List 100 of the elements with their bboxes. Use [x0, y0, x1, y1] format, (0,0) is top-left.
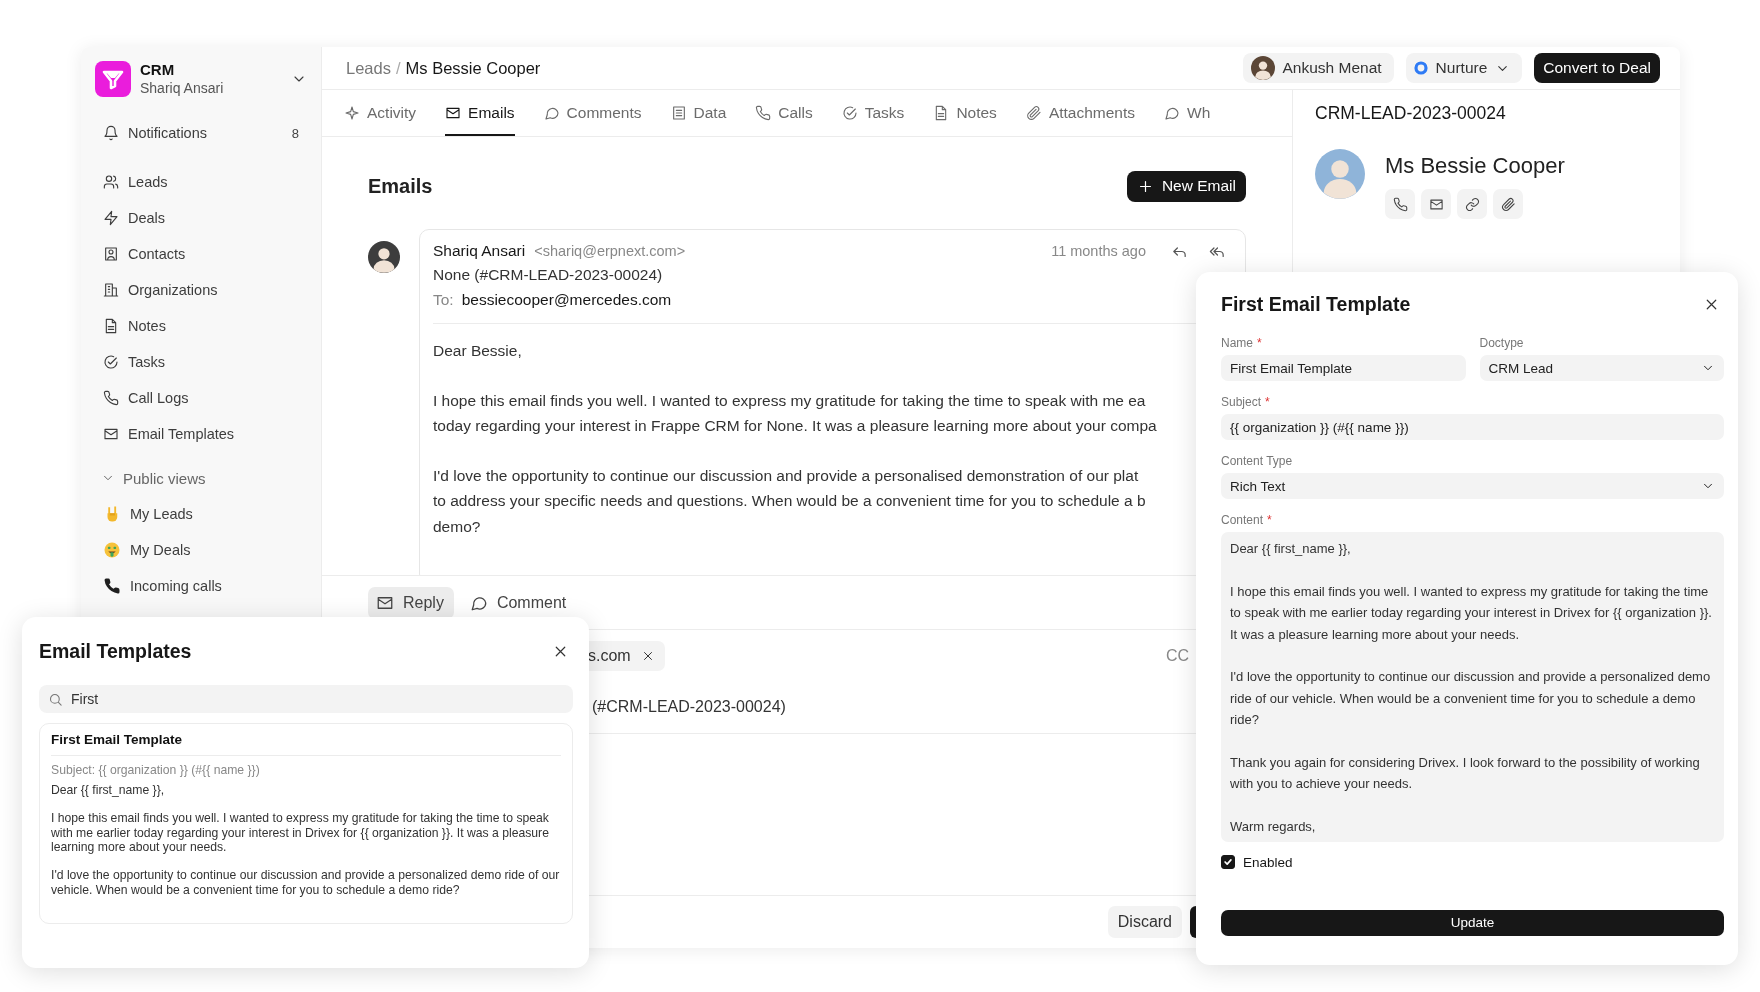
select-field[interactable]: CRM Lead — [1479, 355, 1724, 381]
paperclip-icon — [1025, 105, 1042, 121]
email-text: I'd love the opportunity to continue our discussion and provide a personalised demonstration of our plat — [433, 465, 1140, 486]
lead-id: CRM-LEAD-2023-00024 — [1314, 102, 1507, 125]
tab[interactable]: Emails — [445, 90, 515, 136]
chat-bubble-icon — [543, 105, 560, 121]
mail-icon — [445, 105, 462, 121]
sidebar-item[interactable]: Leads — [89, 164, 313, 200]
input-field[interactable]: {{ organization }} (#{{ name }}) — [1221, 414, 1724, 440]
discard-button[interactable]: Discard — [1107, 906, 1182, 938]
sidebar-item[interactable]: Tasks — [89, 344, 313, 380]
template-name: First Email Template — [51, 732, 561, 756]
template-text: Dear {{ first_name }}, — [51, 783, 166, 798]
assignee-button[interactable]: Ankush Menat — [1242, 53, 1394, 83]
email-text: to address your specific needs and questions. When would be a convenient time for you to schedule a b — [433, 491, 1147, 511]
required-mark: * — [1267, 513, 1272, 527]
new-email-button[interactable]: New Email — [1126, 170, 1246, 202]
field-label: Content — [1221, 513, 1264, 527]
sidebar-item[interactable]: Email Templates — [89, 416, 313, 452]
paperclip-icon — [1500, 196, 1516, 212]
search-field[interactable]: First — [39, 685, 573, 713]
building-icon — [103, 282, 119, 298]
subject-field[interactable]: (#CRM-LEAD-2023-00024) — [592, 698, 786, 716]
required-mark: * — [1257, 336, 1262, 350]
template-subject: Subject: {{ organization }} (#{{ name }}) — [51, 763, 261, 777]
sender-name: Shariq Ansari — [433, 242, 526, 260]
composer-tab[interactable]: Comment — [461, 586, 577, 619]
to-label: To: — [433, 290, 454, 310]
breadcrumb-link[interactable]: Leads — [346, 58, 391, 78]
link-button[interactable] — [1457, 189, 1487, 219]
sidebar-item[interactable]: Call Logs — [89, 380, 313, 416]
tab[interactable]: Data — [670, 90, 727, 136]
content-field[interactable]: Dear {{ first_name }}, I hope this email finds you well. I wanted to express my gratitude for taking the time to speak with me earlier today regarding your interest in Drivex for {{ organization }}. It was a pleasure learning more about your needs. I'd love the opportunity to continue our discussion and provide a personalized demo ride of our vehicle. When would be a convenient time for you to schedule a demo ride? Thank you again for considering Drivex. I look forward to the possibility of working with you to achieve your needs. Warm regards, — [1221, 532, 1724, 842]
lead-name: Ms Bessie Cooper — [1385, 153, 1565, 179]
contact-card-icon — [103, 246, 119, 262]
sidebar-item[interactable]: Notes — [89, 308, 313, 344]
sidebar-item[interactable]: My Leads — [89, 496, 313, 532]
required-mark: * — [1265, 395, 1270, 409]
section-title: Emails — [368, 174, 433, 198]
breadcrumb-separator: / — [395, 58, 401, 78]
tab[interactable]: Calls — [755, 90, 813, 136]
link-icon — [1464, 196, 1480, 212]
email-text: today regarding your interest in Frappe CRM for None. It was a pleasure learning more about your compa — [433, 416, 1158, 436]
page-title: Ms Bessie Cooper — [405, 58, 541, 78]
send-button[interactable] — [1190, 906, 1196, 938]
sidebar-item[interactable]: My Deals — [89, 532, 313, 568]
tab[interactable]: Tasks — [841, 90, 905, 136]
mail-icon — [1428, 196, 1444, 212]
sidebar-item[interactable]: Organizations — [89, 272, 313, 308]
phone-icon — [1392, 196, 1408, 212]
email-subject: None (#CRM-LEAD-2023-00024) — [433, 265, 664, 285]
convert-to-deal-button[interactable]: Convert to Deal — [1534, 53, 1660, 83]
list-icon — [670, 105, 687, 121]
mail-button[interactable] — [1421, 189, 1451, 219]
lightning-icon — [103, 210, 119, 226]
phone-icon — [103, 390, 119, 406]
avatar — [1315, 149, 1365, 199]
status-dropdown[interactable]: Nurture — [1405, 53, 1523, 83]
phone-button[interactable] — [1385, 189, 1415, 219]
avatar — [368, 241, 400, 273]
checkbox[interactable] — [1221, 855, 1235, 870]
tab[interactable]: Attachments — [1025, 90, 1136, 136]
phone-icon — [755, 105, 772, 121]
timestamp: 11 months ago — [1051, 243, 1146, 259]
tab[interactable]: Notes — [933, 90, 997, 136]
field-label: Doctype — [1479, 336, 1524, 350]
sidebar-item[interactable]: Incoming calls — [89, 568, 313, 604]
field-label: Content Type — [1221, 454, 1293, 468]
checkmark-icon — [1223, 857, 1233, 868]
sidebar-item[interactable]: Contacts — [89, 236, 313, 272]
template-text: I hope this email finds you well. I wanted to express my gratitude for taking the time to speak with me earlier today regarding your interest in Drivex for {{ organization }}. It was a pleasure learning more about your needs. — [51, 810, 550, 856]
public-views-toggle[interactable]: Public views — [89, 460, 313, 496]
users-icon — [103, 174, 119, 190]
popup-title: Email Templates — [39, 639, 192, 663]
avatar — [1250, 56, 1275, 80]
sidebar-item[interactable]: Deals — [89, 200, 313, 236]
tab[interactable]: Wh — [1164, 90, 1211, 136]
bell-icon — [103, 125, 119, 141]
notifications-item[interactable]: Notifications 8 — [89, 115, 313, 151]
input-field[interactable]: First Email Template — [1221, 355, 1466, 381]
field-label: Name — [1221, 336, 1253, 350]
paperclip-button[interactable] — [1493, 189, 1523, 219]
document-icon — [103, 318, 119, 334]
search-icon — [48, 692, 63, 707]
tab[interactable]: Activity — [344, 90, 417, 136]
phone-icon — [103, 577, 121, 595]
tab[interactable]: Comments — [543, 90, 642, 136]
template-text: I'd love the opportunity to continue our discussion and provide a personalized demo ride of our vehicle. When would be a convenient time for you to schedule a demo ride? — [51, 868, 561, 898]
workspace-switcher[interactable]: CRM Shariq Ansari — [89, 55, 313, 103]
select-field[interactable]: Rich Text — [1221, 473, 1724, 499]
mail-icon — [103, 426, 119, 442]
chat-bubble-icon — [1164, 105, 1181, 121]
update-button[interactable]: Update — [1221, 909, 1724, 936]
sparkle-icon — [344, 105, 360, 121]
sender-address: <shariq@erpnext.com> — [534, 243, 686, 259]
composer-tab[interactable]: Reply — [368, 586, 454, 619]
field-label: Subject — [1221, 395, 1262, 409]
modal-title: First Email Template — [1221, 292, 1411, 316]
recipient-address: bessiecooper@mercedes.com — [461, 290, 672, 310]
cc-link[interactable]: CC — [1165, 646, 1189, 665]
